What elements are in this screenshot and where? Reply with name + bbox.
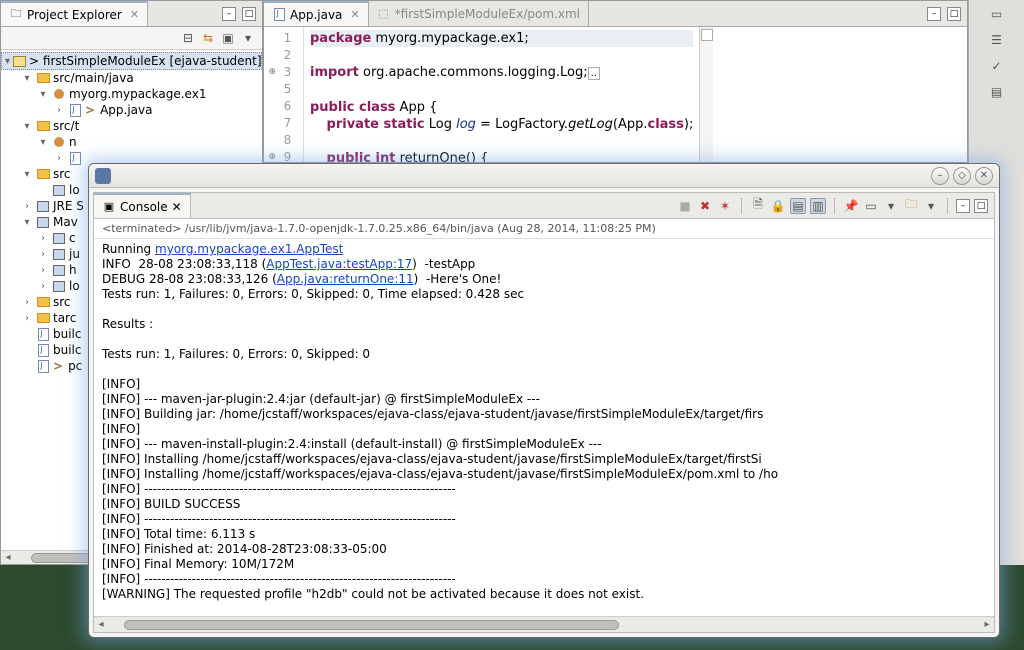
display-icon[interactable]: ▭ xyxy=(863,198,879,214)
console-icon: ▣ xyxy=(102,200,116,214)
tree-node[interactable]: ›>App.java xyxy=(1,102,262,118)
console-hscroll[interactable]: ◂▸ xyxy=(94,616,994,632)
explorer-tab[interactable]: 🗀 Project Explorer ✕ xyxy=(1,1,148,26)
terminate-icon[interactable]: ■ xyxy=(677,198,693,214)
overview-ruler[interactable] xyxy=(699,27,713,162)
view-icon[interactable]: ▤ xyxy=(989,84,1005,100)
tree-node[interactable]: ▾src/t xyxy=(1,118,262,134)
editor-tab-app[interactable]: App.java ✕ xyxy=(264,1,369,26)
console-window: – ◇ ✕ ▣ Console ✕ ■ ✖ ✶ 🗎 🔒 ▤ ▥ 📌 xyxy=(88,163,1000,638)
maximize-icon[interactable]: □ xyxy=(242,7,256,21)
console-toolbar: ▣ Console ✕ ■ ✖ ✶ 🗎 🔒 ▤ ▥ 📌 ▭ ▾ 🗀 ▾ xyxy=(94,193,994,219)
console-output[interactable]: Running myorg.mypackage.ex1.AppTest INFO… xyxy=(94,239,994,616)
console-status: <terminated> /usr/lib/jvm/java-1.7.0-ope… xyxy=(94,219,994,239)
tree-root[interactable]: ▾ > firstSimpleModuleEx [ejava-student] xyxy=(1,52,262,70)
explorer-icon: 🗀 xyxy=(9,8,23,22)
tree-node[interactable]: ▾myorg.mypackage.ex1 xyxy=(1,86,262,102)
editor: App.java ✕ ⬚ *firstSimpleModuleEx/pom.xm… xyxy=(263,0,968,163)
open-console-icon[interactable]: 🗀 xyxy=(903,198,919,214)
maximize-icon[interactable]: □ xyxy=(974,199,988,213)
clear-icon[interactable]: 🗎 xyxy=(750,198,766,214)
close-icon[interactable]: ✕ xyxy=(350,8,359,21)
code-lines[interactable]: package myorg.mypackage.ex1; import org.… xyxy=(304,27,699,162)
editor-tab-label: App.java xyxy=(290,8,342,22)
editor-tab-label: *firstSimpleModuleEx/pom.xml xyxy=(395,7,580,21)
remove-all-icon[interactable]: ✶ xyxy=(717,198,733,214)
win-maximize-icon[interactable]: ◇ xyxy=(953,167,971,185)
remove-launch-icon[interactable]: ✖ xyxy=(697,198,713,214)
tree-root-label: > firstSimpleModuleEx [ejava-student] xyxy=(29,54,262,68)
show-on-output-icon[interactable]: ▤ xyxy=(790,198,806,214)
console-tab-label: Console xyxy=(120,200,168,214)
tree-node[interactable]: ▾n xyxy=(1,134,262,150)
focus-icon[interactable]: ▣ xyxy=(220,30,236,46)
minimize-icon[interactable]: – xyxy=(927,7,941,21)
scroll-lock-icon[interactable]: 🔒 xyxy=(770,198,786,214)
maximize-icon[interactable]: □ xyxy=(947,7,961,21)
link[interactable]: App.java:returnOne:11 xyxy=(277,272,414,286)
xml-icon: ⬚ xyxy=(377,7,391,21)
tasks-icon[interactable]: ✓ xyxy=(989,58,1005,74)
link[interactable]: AppTest.java:testApp:17 xyxy=(266,257,412,271)
app-icon xyxy=(95,168,111,184)
editor-tab-pom[interactable]: ⬚ *firstSimpleModuleEx/pom.xml xyxy=(369,1,589,26)
window-title-bar[interactable]: – ◇ ✕ xyxy=(89,164,999,188)
explorer-tabbar: 🗀 Project Explorer ✕ – □ xyxy=(1,1,262,27)
console-tab[interactable]: ▣ Console ✕ xyxy=(94,193,191,218)
dropdown-icon[interactable]: ▾ xyxy=(923,198,939,214)
win-minimize-icon[interactable]: – xyxy=(931,167,949,185)
editor-tabbar: App.java ✕ ⬚ *firstSimpleModuleEx/pom.xm… xyxy=(264,1,967,27)
close-icon[interactable]: ✕ xyxy=(130,8,139,21)
minimize-icon[interactable]: – xyxy=(222,7,236,21)
console-body: ▣ Console ✕ ■ ✖ ✶ 🗎 🔒 ▤ ▥ 📌 ▭ ▾ 🗀 ▾ xyxy=(93,192,995,633)
show-on-error-icon[interactable]: ▥ xyxy=(810,198,826,214)
code-area[interactable]: ⊕⊕ 1235678910 package myorg.mypackage.ex… xyxy=(264,27,967,162)
collapse-icon[interactable]: ⊟ xyxy=(180,30,196,46)
close-icon[interactable]: ✕ xyxy=(172,200,182,214)
link[interactable]: myorg.mypackage.ex1.AppTest xyxy=(155,242,343,256)
win-close-icon[interactable]: ✕ xyxy=(975,167,993,185)
gutter: ⊕⊕ 1235678910 xyxy=(264,27,304,162)
outline-icon[interactable]: ☰ xyxy=(989,32,1005,48)
restore-icon[interactable]: ▭ xyxy=(989,6,1005,22)
explorer-title: Project Explorer xyxy=(27,8,122,22)
pin-icon[interactable]: 📌 xyxy=(843,198,859,214)
link-editor-icon[interactable]: ⇆ xyxy=(200,30,216,46)
menu-icon[interactable]: ▾ xyxy=(240,30,256,46)
dropdown-icon[interactable]: ▾ xyxy=(883,198,899,214)
minimize-icon[interactable]: – xyxy=(956,199,970,213)
tree-node[interactable]: ▾src/main/java xyxy=(1,70,262,86)
explorer-toolbar: ⊟ ⇆ ▣ ▾ xyxy=(1,27,262,50)
